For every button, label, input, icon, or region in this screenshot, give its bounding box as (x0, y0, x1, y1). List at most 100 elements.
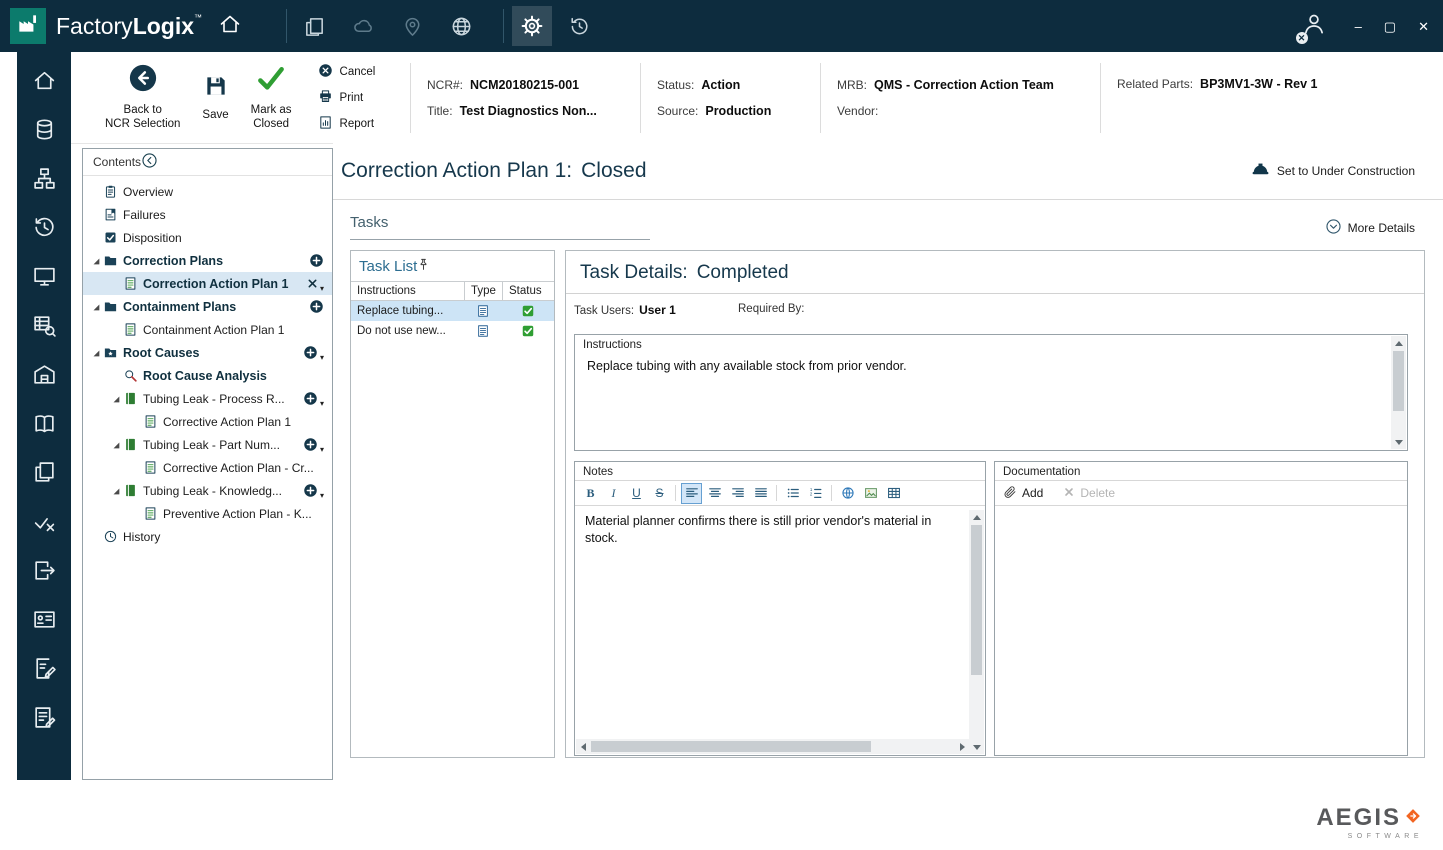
collapse-circle-icon[interactable] (141, 152, 158, 169)
rail-item-database-icon[interactable] (32, 117, 57, 147)
rail-item-form-edit-icon[interactable] (32, 705, 57, 735)
italic-button[interactable]: I (603, 483, 624, 504)
app-logo[interactable] (10, 8, 46, 44)
scroll-thumb[interactable] (591, 741, 871, 752)
rail-item-doc-edit-icon[interactable] (32, 656, 57, 686)
tree-item-corrective-action-plan-cr[interactable]: Corrective Action Plan - Cr... (83, 456, 332, 479)
tree-item-containment-plans[interactable]: Containment Plans (83, 295, 332, 318)
tree-item-history[interactable]: History (83, 525, 332, 548)
documentation-delete-button[interactable]: Delete (1063, 486, 1115, 501)
cancel-button[interactable]: Cancel (318, 63, 376, 81)
rail-item-workflow-icon[interactable] (32, 166, 57, 196)
scroll-track[interactable] (1391, 351, 1406, 434)
tree-item-correction-action-plan-1[interactable]: Correction Action Plan 1▾ (83, 272, 332, 295)
home-icon[interactable] (218, 12, 242, 36)
globe-icon[interactable] (450, 15, 473, 38)
notes-text[interactable]: Material planner confirms there is still… (575, 506, 960, 554)
table-button[interactable] (883, 483, 904, 504)
scroll-track[interactable] (591, 739, 954, 754)
add-icon[interactable] (309, 253, 324, 268)
tree-item-disposition[interactable]: Disposition (83, 226, 332, 249)
column-header[interactable]: Type (464, 282, 502, 300)
rail-item-book-icon[interactable] (32, 411, 57, 441)
scroll-thumb[interactable] (971, 525, 982, 675)
align-justify-button[interactable] (750, 483, 771, 504)
add-icon[interactable] (303, 483, 318, 498)
scroll-thumb[interactable] (1393, 351, 1404, 411)
task-row-replace-tubing[interactable]: Replace tubing... (351, 301, 554, 321)
print-button[interactable]: Print (318, 89, 376, 107)
close-button[interactable]: ✕ (1418, 20, 1429, 33)
dropdown-caret-icon[interactable]: ▾ (320, 353, 324, 364)
mark-as-closed-button[interactable]: Mark asClosed (251, 63, 292, 131)
scroll-up-icon[interactable] (1391, 336, 1406, 351)
align-right-button[interactable] (727, 483, 748, 504)
dropdown-caret-icon[interactable]: ▾ (320, 284, 324, 295)
rail-item-history-icon[interactable] (32, 215, 57, 245)
align-left-button[interactable] (681, 483, 702, 504)
tree-item-failures[interactable]: Failures (83, 203, 332, 226)
rail-item-home-icon[interactable] (32, 68, 57, 98)
nav-tile-selected[interactable] (512, 6, 552, 46)
more-details-button[interactable]: More Details (1325, 218, 1415, 240)
expander-icon[interactable] (109, 393, 122, 405)
notes-vertical-scrollbar[interactable] (969, 510, 984, 754)
rail-item-monitor-icon[interactable] (32, 264, 57, 294)
underline-button[interactable]: U (626, 483, 647, 504)
tree-item-overview[interactable]: Overview (83, 180, 332, 203)
list-number-button[interactable]: 12 (805, 483, 826, 504)
rail-item-tasks-check-icon[interactable] (32, 509, 57, 539)
list-bullet-button[interactable] (782, 483, 803, 504)
save-button[interactable]: Save (202, 73, 228, 123)
location-pin-icon[interactable] (401, 15, 424, 38)
bold-button[interactable]: B (580, 483, 601, 504)
scroll-down-icon[interactable] (969, 739, 984, 754)
dropdown-caret-icon[interactable]: ▾ (320, 445, 324, 456)
pushpin-icon[interactable] (417, 258, 430, 271)
maximize-button[interactable]: ▢ (1384, 20, 1396, 33)
dropdown-caret-icon[interactable]: ▾ (320, 491, 324, 502)
documentation-add-button[interactable]: Add (1003, 485, 1043, 502)
expander-icon[interactable] (109, 439, 122, 451)
pages-icon[interactable] (303, 15, 326, 38)
scroll-track[interactable] (969, 525, 984, 739)
scroll-up-icon[interactable] (969, 510, 984, 525)
back-to-ncr-selection-button[interactable]: Back toNCR Selection (105, 63, 180, 131)
column-header[interactable]: Status (502, 282, 554, 300)
image-button[interactable] (860, 483, 881, 504)
remove-plan-icon[interactable] (307, 278, 318, 289)
column-header[interactable]: Instructions (351, 282, 464, 300)
tree-item-containment-action-plan-1[interactable]: Containment Action Plan 1 (83, 318, 332, 341)
instructions-scrollbar[interactable] (1391, 336, 1406, 449)
tree-item-corrective-action-plan-1[interactable]: Corrective Action Plan 1 (83, 410, 332, 433)
rail-item-warehouse-icon[interactable] (32, 362, 57, 392)
user-account-icon[interactable]: ✕ (1301, 11, 1327, 42)
tree-item-tubing-leak-part-num[interactable]: Tubing Leak - Part Num...▾ (83, 433, 332, 456)
add-icon[interactable] (303, 345, 318, 360)
tree-item-correction-plans[interactable]: Correction Plans (83, 249, 332, 272)
expander-icon[interactable] (89, 255, 102, 267)
notes-horizontal-scrollbar[interactable] (576, 739, 969, 754)
rail-item-id-card-icon[interactable] (32, 607, 57, 637)
scroll-left-icon[interactable] (576, 739, 591, 754)
scroll-down-icon[interactable] (1391, 434, 1406, 449)
report-button[interactable]: Report (318, 115, 376, 133)
tree-item-root-cause-analysis[interactable]: Root Cause Analysis (83, 364, 332, 387)
expander-icon[interactable] (89, 347, 102, 359)
dropdown-caret-icon[interactable]: ▾ (320, 399, 324, 410)
strikethrough-button[interactable]: S (649, 483, 670, 504)
align-center-button[interactable] (704, 483, 725, 504)
instructions-text[interactable]: Replace tubing with any available stock … (575, 353, 1407, 379)
tree-item-tubing-leak-process-r[interactable]: Tubing Leak - Process R...▾ (83, 387, 332, 410)
add-icon[interactable] (309, 299, 324, 314)
tree-item-root-causes[interactable]: Root Causes▾ (83, 341, 332, 364)
rail-item-export-icon[interactable] (32, 558, 57, 588)
hyperlink-button[interactable] (837, 483, 858, 504)
scroll-right-icon[interactable] (954, 739, 969, 754)
task-row-do-not-use-new[interactable]: Do not use new... (351, 321, 554, 341)
add-icon[interactable] (303, 437, 318, 452)
rail-item-grid-search-icon[interactable] (32, 313, 57, 343)
set-under-construction-button[interactable]: Set to Under Construction (1251, 160, 1415, 182)
minimize-button[interactable]: – (1355, 20, 1362, 33)
undo-history-icon[interactable] (568, 15, 591, 38)
